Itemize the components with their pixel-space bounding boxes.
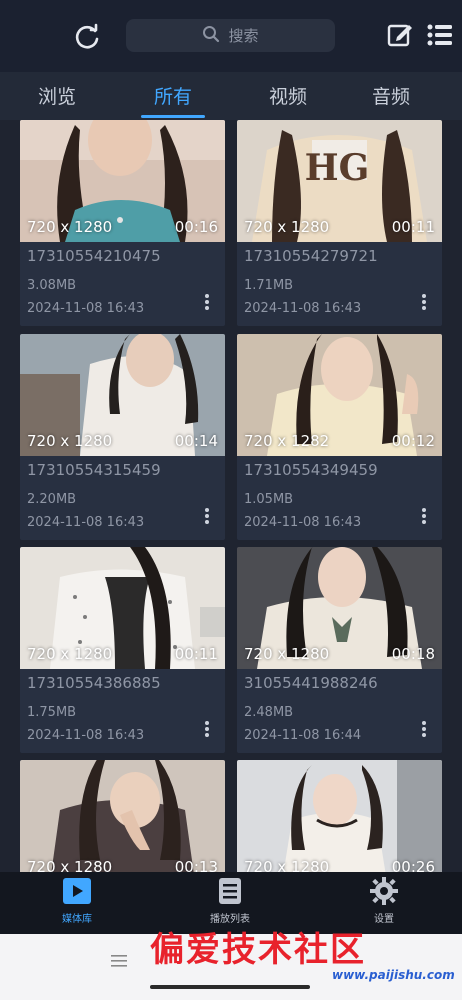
video-card[interactable]: 720 x 1280 00:14 17310554315459 2.20MB 2…	[20, 334, 225, 540]
video-resolution: 720 x 1280	[27, 432, 113, 450]
video-filesize: 3.08MB	[27, 278, 77, 293]
video-filesize: 2.20MB	[27, 492, 77, 507]
video-resolution: 720 x 1280	[244, 858, 330, 872]
video-card[interactable]: 720 x 1280 00:16 17310554210475 3.08MB 2…	[20, 120, 225, 326]
video-card[interactable]: 720 x 1280 00:11 17310554386885 1.75MB 2…	[20, 547, 225, 753]
nav-settings[interactable]: 设置	[344, 876, 424, 925]
video-duration: 00:18	[391, 645, 435, 663]
video-duration: 00:26	[391, 858, 435, 872]
settings-icon	[370, 877, 398, 905]
home-indicator[interactable]	[150, 985, 310, 989]
video-duration: 00:13	[174, 858, 218, 872]
video-card[interactable]: 720 x 1282 00:12 17310554349459 1.05MB 2…	[237, 334, 442, 540]
nav-media-library[interactable]: 媒体库	[37, 876, 117, 925]
search-icon	[202, 25, 220, 47]
search-placeholder: 搜索	[228, 27, 259, 45]
nav-label: 设置	[374, 914, 394, 925]
video-date: 2024-11-08 16:43	[244, 301, 362, 316]
video-resolution: 720 x 1280	[244, 218, 330, 236]
video-date: 2024-11-08 16:43	[27, 728, 145, 743]
video-filename: 17310554386885	[27, 674, 161, 692]
watermark-url: www.paijishu.com	[332, 968, 455, 982]
video-filename: 17310554279721	[244, 247, 378, 265]
svg-text:HG: HG	[305, 147, 370, 189]
video-duration: 00:11	[391, 218, 435, 236]
more-options-icon[interactable]	[418, 719, 430, 739]
menu-icon[interactable]	[110, 952, 128, 970]
video-filesize: 1.75MB	[27, 705, 77, 720]
media-grid: 720 x 1280 00:16 17310554210475 3.08MB 2…	[0, 120, 462, 872]
video-duration: 00:14	[174, 432, 218, 450]
video-thumbnail[interactable]: 720 x 1280 00:16	[20, 120, 225, 242]
video-filesize: 1.05MB	[244, 492, 294, 507]
refresh-icon[interactable]	[70, 20, 104, 54]
video-thumbnail[interactable]: 720 x 1280 00:11	[20, 547, 225, 669]
playlist-icon	[219, 878, 241, 904]
video-resolution: 720 x 1282	[244, 432, 330, 450]
video-duration: 00:12	[391, 432, 435, 450]
video-thumbnail[interactable]: 720 x 1280 00:18	[237, 547, 442, 669]
video-filename: 17310554349459	[244, 461, 378, 479]
video-filesize: 1.71MB	[244, 278, 294, 293]
top-bar: 搜索	[0, 0, 462, 72]
video-resolution: 720 x 1280	[27, 218, 113, 236]
video-filename: 17310554315459	[27, 461, 161, 479]
media-library-icon	[63, 878, 91, 904]
video-duration: 00:16	[174, 218, 218, 236]
video-resolution: 720 x 1280	[27, 858, 113, 872]
video-thumbnail[interactable]: 720 x 1280 00:26	[237, 760, 442, 872]
video-date: 2024-11-08 16:43	[27, 515, 145, 530]
video-resolution: 720 x 1280	[27, 645, 113, 663]
video-thumbnail[interactable]: 720 x 1280 00:14	[20, 334, 225, 456]
video-resolution: 720 x 1280	[244, 645, 330, 663]
edit-icon[interactable]	[385, 20, 415, 50]
nav-playlist[interactable]: 播放列表	[190, 876, 270, 925]
video-card[interactable]: 720 x 1280 00:13	[20, 760, 225, 872]
category-tabs: 浏览 所有 视频 音频	[0, 72, 462, 120]
tab-browse[interactable]: 浏览	[17, 82, 97, 109]
video-duration: 00:11	[174, 645, 218, 663]
tab-audio[interactable]: 音频	[351, 82, 431, 109]
video-card[interactable]: 720 x 1280 00:26	[237, 760, 442, 872]
video-date: 2024-11-08 16:43	[244, 515, 362, 530]
video-filename: 31055441988246	[244, 674, 378, 692]
tab-all[interactable]: 所有	[133, 82, 213, 109]
more-options-icon[interactable]	[201, 292, 213, 312]
video-thumbnail[interactable]: 720 x 1280 00:13	[20, 760, 225, 872]
more-options-icon[interactable]	[201, 506, 213, 526]
more-options-icon[interactable]	[418, 506, 430, 526]
search-bar[interactable]: 搜索	[126, 19, 335, 52]
more-options-icon[interactable]	[201, 719, 213, 739]
video-filesize: 2.48MB	[244, 705, 294, 720]
active-tab-indicator	[141, 115, 205, 118]
video-thumbnail[interactable]: HG 720 x 1280 00:11	[237, 120, 442, 242]
more-options-icon[interactable]	[418, 292, 430, 312]
video-filename: 17310554210475	[27, 247, 161, 265]
video-date: 2024-11-08 16:43	[27, 301, 145, 316]
tab-video[interactable]: 视频	[248, 82, 328, 109]
nav-label: 媒体库	[62, 914, 92, 925]
video-card[interactable]: 720 x 1280 00:18 31055441988246 2.48MB 2…	[237, 547, 442, 753]
video-card[interactable]: HG 720 x 1280 00:11 17310554279721 1.71M…	[237, 120, 442, 326]
watermark-text: 偏爱技术社区	[150, 930, 366, 970]
video-date: 2024-11-08 16:44	[244, 728, 362, 743]
list-icon[interactable]	[425, 20, 455, 50]
video-thumbnail[interactable]: 720 x 1282 00:12	[237, 334, 442, 456]
